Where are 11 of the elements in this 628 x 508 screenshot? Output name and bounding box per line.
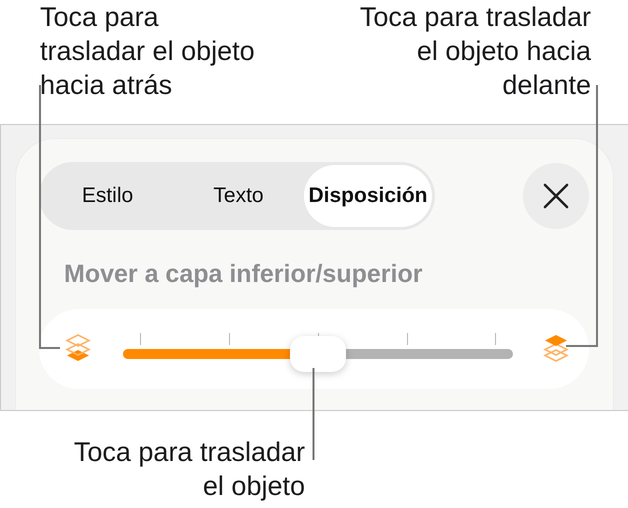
slider-thumb[interactable] — [290, 336, 346, 372]
layers-forward-icon[interactable] — [543, 334, 569, 364]
callout-text: Toca para trasladar el objeto — [74, 436, 305, 503]
tab[interactable]: Estilo — [42, 165, 173, 227]
callout-text: Toca para trasladar el objeto hacia delante — [360, 1, 591, 102]
tab[interactable]: Texto — [173, 165, 304, 227]
tab[interactable]: Disposición — [304, 165, 432, 227]
section-title: Mover a capa inferior/superior — [64, 260, 424, 289]
callout-text: Toca para trasladar el objeto hacia atrás — [40, 1, 255, 102]
close-icon — [543, 183, 569, 209]
layers-backward-icon[interactable] — [65, 334, 91, 364]
